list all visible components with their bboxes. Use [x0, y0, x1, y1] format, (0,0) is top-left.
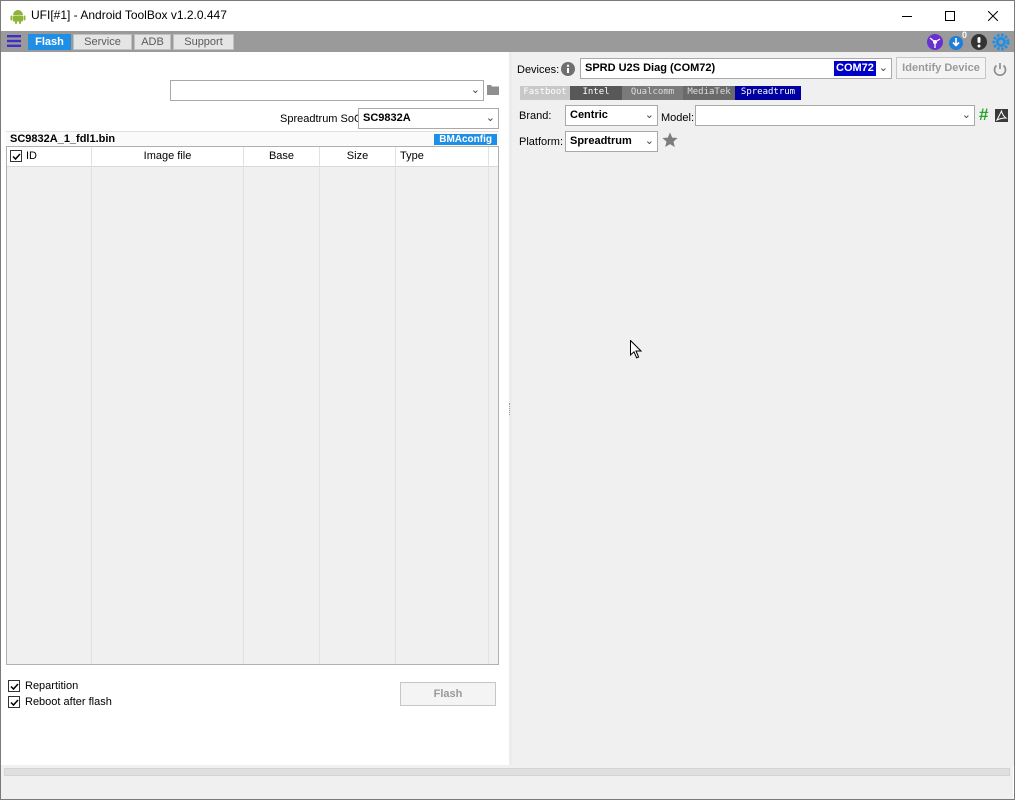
brand-label: Brand: [519, 110, 552, 122]
column-base[interactable]: Base [244, 147, 320, 167]
status-bar [1, 765, 1013, 799]
device-name: SPRD U2S Diag (COM72) [585, 62, 716, 74]
partition-table: ID Image file Base Size Type [6, 146, 499, 665]
column-divider [243, 167, 244, 664]
folder-icon[interactable] [487, 84, 499, 95]
tab-spreadtrum[interactable]: Spreadtrum [735, 86, 801, 100]
column-id[interactable]: ID [7, 147, 92, 167]
column-divider [488, 167, 489, 664]
reboot-label: Reboot after flash [25, 696, 112, 708]
chevron-down-icon: ⌄ [470, 84, 480, 96]
title-bar: UFI[#1] - Android ToolBox v1.2.0.447 [1, 1, 1014, 31]
mouse-cursor-icon [630, 339, 643, 359]
reboot-checkbox[interactable] [8, 696, 20, 708]
column-image-file[interactable]: Image file [92, 147, 244, 167]
brand-select[interactable]: Centric ⌄ [565, 105, 658, 126]
table-header: ID Image file Base Size Type [7, 147, 498, 167]
download-icon[interactable]: 0 [948, 29, 967, 51]
close-button[interactable] [970, 1, 1015, 31]
column-divider [91, 167, 92, 664]
progress-bar [4, 768, 1010, 776]
port-badge: COM72 [834, 61, 876, 76]
repartition-label: Repartition [25, 680, 79, 692]
fdl-header: SC9832A_1_fdl1.bin BMAconfig [6, 131, 499, 146]
hash-icon[interactable]: # [979, 106, 988, 124]
platform-select[interactable]: Spreadtrum ⌄ [565, 131, 658, 152]
soc-label: Spreadtrum SoC: [280, 113, 365, 125]
devices-select[interactable]: SPRD U2S Diag (COM72) COM72 ⌄ [580, 58, 892, 79]
star-icon[interactable] [662, 132, 678, 148]
window-title: UFI[#1] - Android ToolBox v1.2.0.447 [31, 8, 227, 22]
tab-adb[interactable]: ADB [134, 34, 171, 50]
menu-toolbar: 0 [926, 29, 1010, 51]
info-icon[interactable] [970, 33, 988, 51]
column-type[interactable]: Type [396, 147, 489, 167]
info-icon[interactable] [561, 62, 575, 76]
download-badge: 0 [961, 29, 967, 40]
android-icon [10, 8, 26, 24]
flash-button[interactable]: Flash [400, 682, 496, 706]
chevron-down-icon: ⌄ [644, 135, 654, 147]
devices-label: Devices: [517, 64, 560, 76]
tab-mediatek[interactable]: MediaTek [683, 86, 735, 100]
pdf-icon[interactable] [995, 109, 1008, 122]
column-divider [395, 167, 396, 664]
chevron-down-icon: ⌄ [878, 62, 888, 74]
fdl-filename: SC9832A_1_fdl1.bin [10, 133, 116, 145]
repartition-checkbox[interactable] [8, 680, 20, 692]
tab-service[interactable]: Service [73, 34, 132, 50]
column-divider [319, 167, 320, 664]
model-label: Model: [661, 112, 695, 124]
tab-support[interactable]: Support [173, 34, 234, 50]
identify-device-button[interactable]: Identify Device [896, 57, 986, 79]
network-icon[interactable] [926, 33, 944, 51]
tab-qualcomm[interactable]: Qualcomm [622, 86, 683, 100]
brand-value: Centric [570, 109, 608, 121]
maximize-icon [945, 11, 955, 21]
bmaconfig-button[interactable]: BMAconfig [434, 134, 497, 145]
minimize-button[interactable] [884, 1, 930, 31]
power-icon[interactable] [992, 61, 1008, 77]
column-size[interactable]: Size [320, 147, 396, 167]
close-icon [988, 11, 998, 21]
platform-label: Platform: [519, 136, 564, 148]
select-all-checkbox[interactable] [10, 150, 22, 162]
maximize-button[interactable] [927, 1, 973, 31]
app-window: UFI[#1] - Android ToolBox v1.2.0.447 Fla… [0, 0, 1015, 800]
soc-select[interactable]: SC9832A ⌄ [358, 108, 499, 129]
hamburger-menu-icon[interactable] [7, 34, 23, 49]
minimize-icon [902, 16, 912, 17]
menu-bar: Flash Service ADB Support 0 [1, 29, 1014, 52]
model-select[interactable]: ⌄ [695, 105, 975, 126]
gear-icon[interactable] [992, 33, 1010, 51]
firmware-path-select[interactable]: ⌄ [170, 80, 484, 101]
tab-flash[interactable]: Flash [28, 34, 71, 50]
chevron-down-icon: ⌄ [961, 109, 971, 121]
tab-intel[interactable]: Intel [570, 86, 622, 100]
platform-value: Spreadtrum [570, 135, 632, 147]
column-id-label: ID [26, 150, 37, 162]
soc-value: SC9832A [363, 112, 411, 124]
tab-fastboot[interactable]: Fastboot [520, 86, 570, 100]
chevron-down-icon: ⌄ [644, 109, 654, 121]
flash-panel: Devices: SPRD U2S Diag (COM72) COM72 ⌄ I… [512, 52, 1014, 766]
chevron-down-icon: ⌄ [485, 112, 495, 124]
